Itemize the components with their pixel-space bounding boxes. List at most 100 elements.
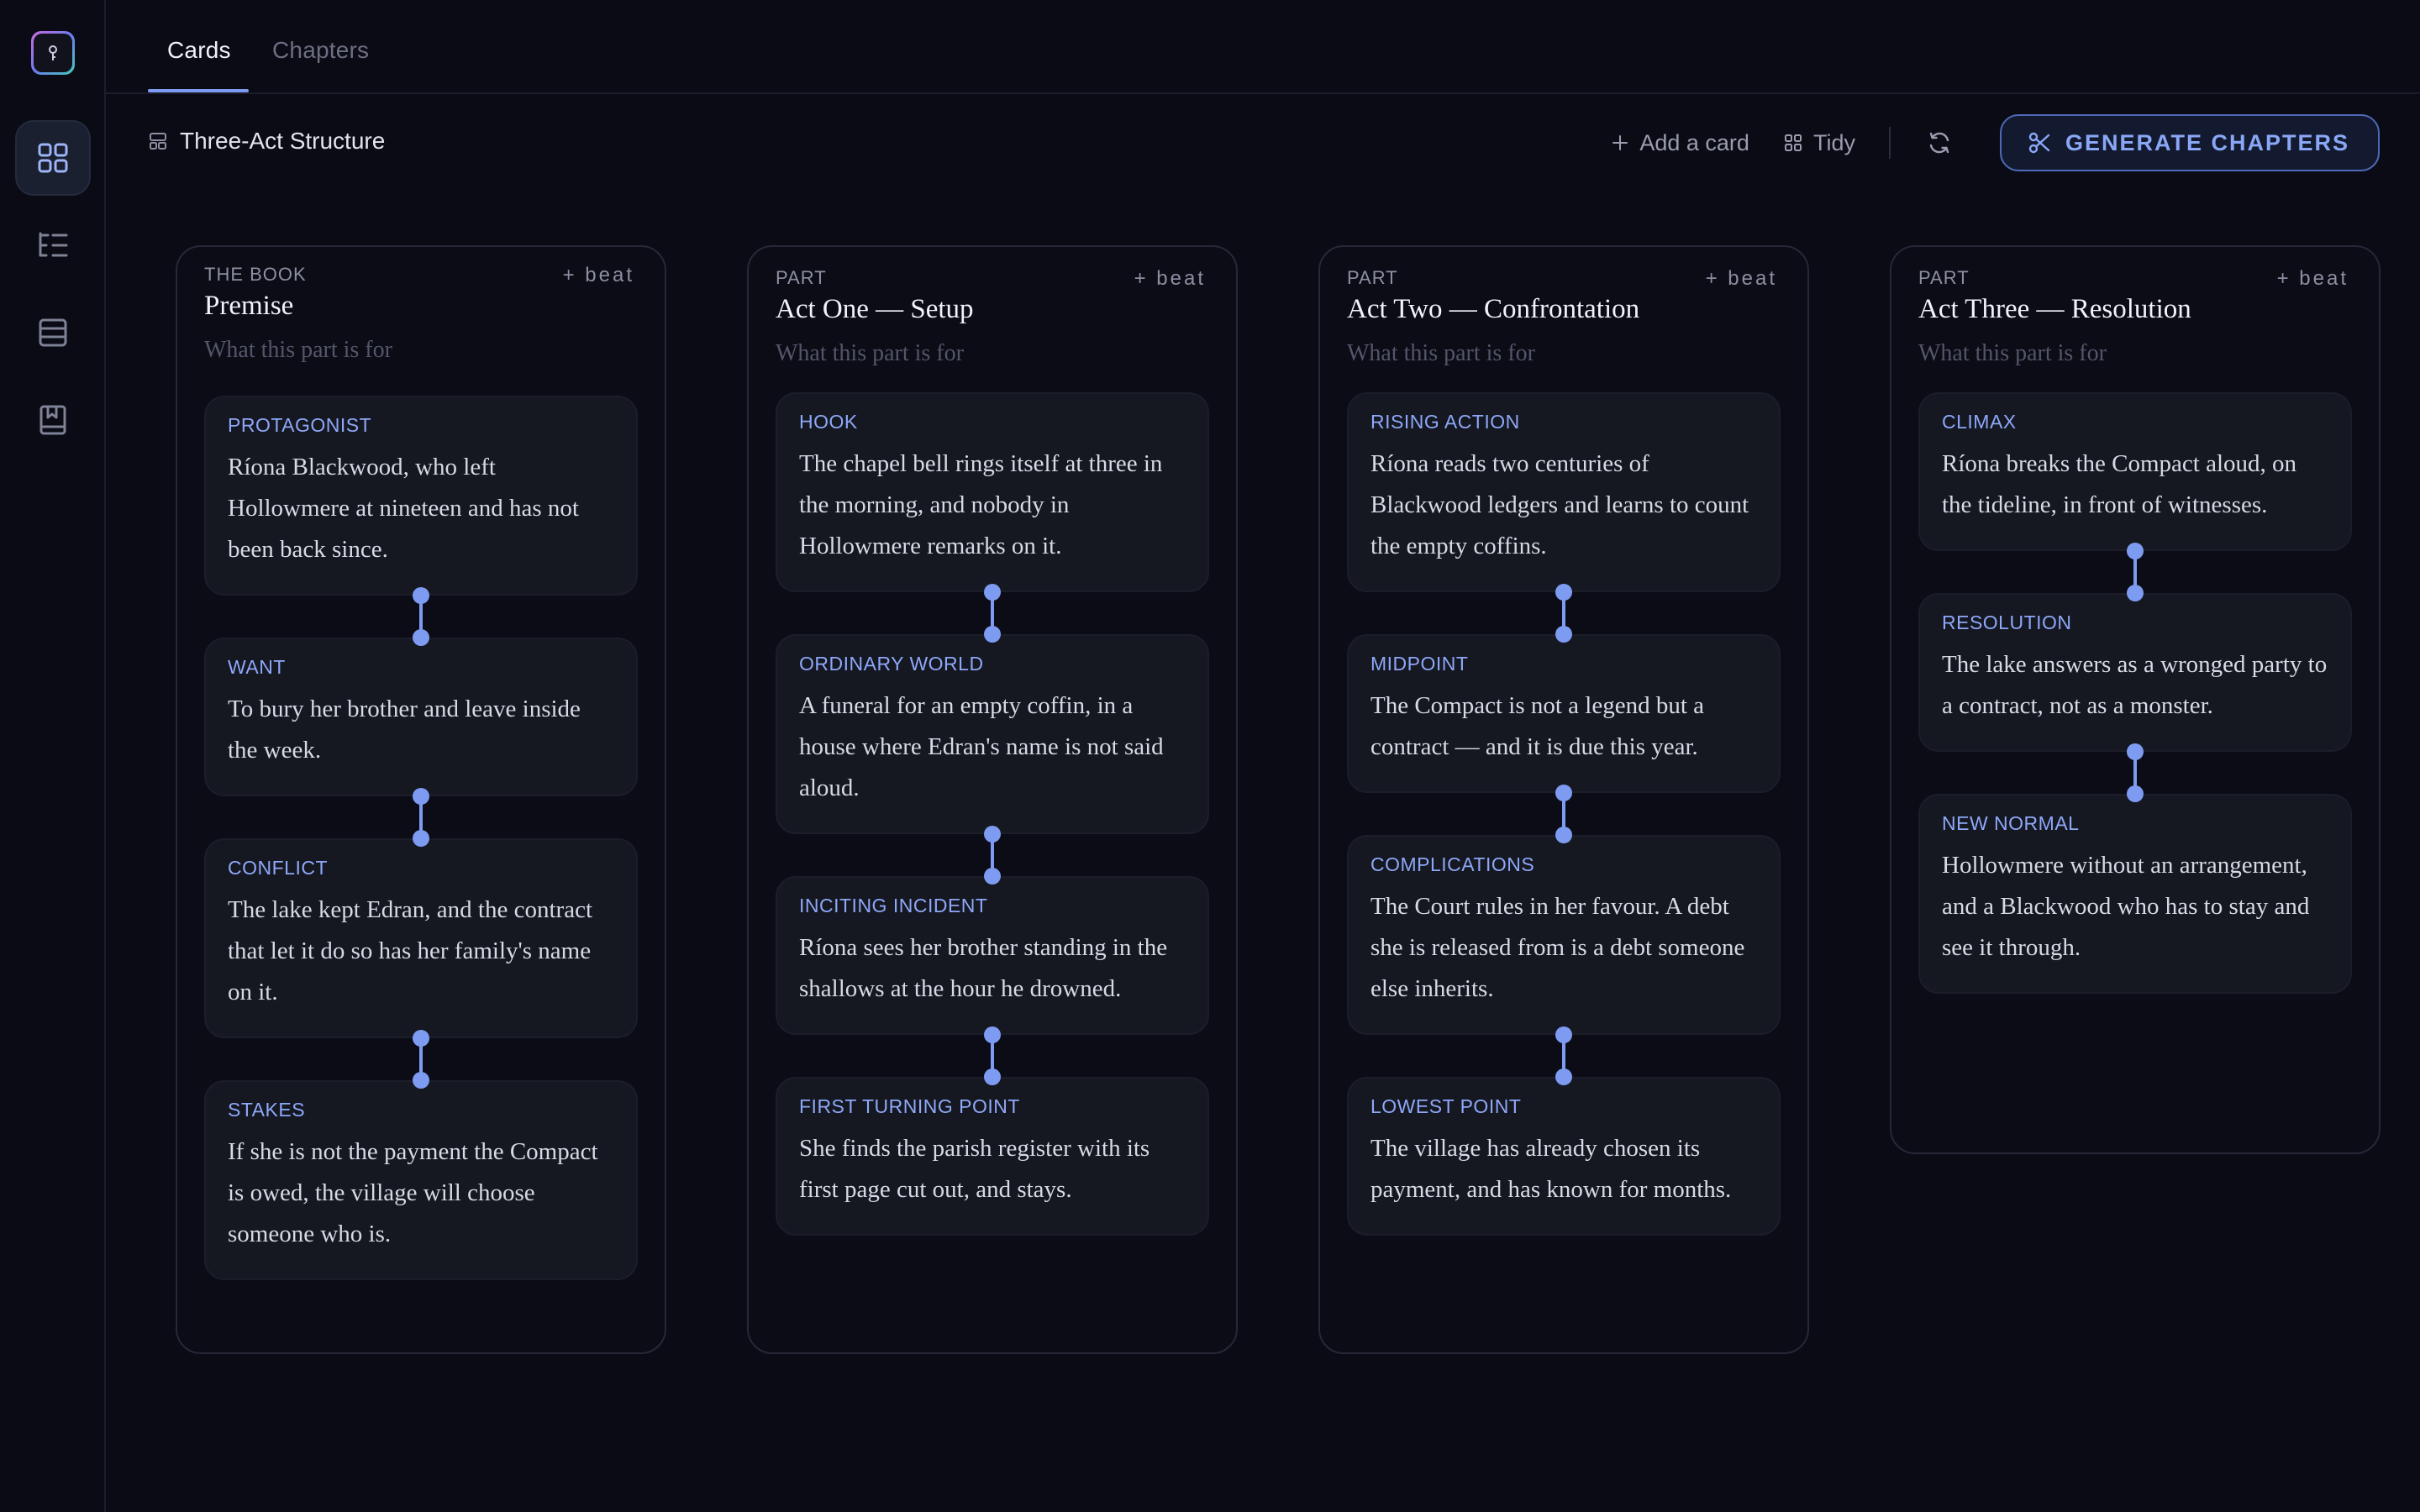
- refresh-button[interactable]: [1926, 129, 1953, 156]
- plus-icon: [1612, 135, 1628, 150]
- beat-text: Hollowmere without an arrangement, and a…: [1942, 852, 2310, 961]
- beat-label: MIDPOINT: [1370, 653, 1469, 675]
- beat-card[interactable]: RISING ACTION Ríona reads two centuries …: [1347, 392, 1781, 592]
- beat-text: The village has already chosen its payme…: [1370, 1135, 1732, 1203]
- beat-card[interactable]: CONFLICT The lake kept Edran, and the co…: [204, 838, 638, 1038]
- beat-card[interactable]: CLIMAX Ríona breaks the Compact aloud, o…: [1918, 392, 2352, 551]
- beat-text: Ríona sees her brother standing in the s…: [799, 934, 1168, 1002]
- beat-label: FIRST TURNING POINT: [799, 1095, 1020, 1117]
- beat-card[interactable]: HOOK The chapel bell rings itself at thr…: [776, 392, 1209, 592]
- structure-label: Three-Act Structure: [180, 128, 386, 154]
- structure-selector[interactable]: Three-Act Structure: [148, 128, 385, 155]
- toolbar-divider: [1888, 127, 1891, 159]
- beat-card[interactable]: STAKES If she is not the payment the Com…: [204, 1080, 638, 1280]
- column-purpose-input[interactable]: What this part is for: [204, 337, 638, 364]
- table-rows-icon: [39, 318, 67, 347]
- beat-text: The lake kept Edran, and the contract th…: [228, 896, 592, 1005]
- key-icon: [49, 45, 57, 60]
- beat-label: WANT: [228, 656, 286, 678]
- sidebar: [0, 0, 106, 1512]
- beat-card[interactable]: INCITING INCIDENT Ríona sees her brother…: [776, 876, 1209, 1035]
- beat-label: LOWEST POINT: [1370, 1095, 1522, 1117]
- grid-icon: [38, 143, 68, 173]
- beat-text: Ríona Blackwood, who left Hollowmere at …: [228, 454, 579, 563]
- refresh-icon: [1929, 132, 1949, 154]
- beat-card[interactable]: WANT To bury her brother and leave insid…: [204, 638, 638, 796]
- beat-label: COMPLICATIONS: [1370, 853, 1535, 875]
- beat-card[interactable]: FIRST TURNING POINT She finds the parish…: [776, 1077, 1209, 1236]
- add-beat-button[interactable]: + beat: [1706, 267, 1777, 291]
- beat-label: RESOLUTION: [1942, 612, 2072, 633]
- beat-label: CONFLICT: [228, 857, 328, 879]
- beat-card[interactable]: ORDINARY WORLD A funeral for an empty co…: [776, 634, 1209, 834]
- beat-card[interactable]: COMPLICATIONS The Court rules in her fav…: [1347, 835, 1781, 1035]
- beat-text: The chapel bell rings itself at three in…: [799, 450, 1163, 559]
- add-card-label: Add a card: [1639, 129, 1749, 155]
- beat-text: The Compact is not a legend but a contra…: [1370, 692, 1705, 760]
- sidebar-item-book[interactable]: [15, 382, 91, 458]
- generate-chapters-button[interactable]: GENERATE CHAPTERS: [1999, 114, 2380, 171]
- column-act-one: PART + beat Act One — Setup What this pa…: [747, 245, 1238, 1354]
- column-premise: THE BOOK + beat Premise What this part i…: [176, 245, 666, 1354]
- active-tab-indicator: [148, 89, 249, 92]
- column-purpose-input[interactable]: What this part is for: [1918, 340, 2352, 367]
- tab-cards[interactable]: Cards: [167, 37, 231, 64]
- beat-label: HOOK: [799, 411, 858, 433]
- grid-small-icon: [1784, 134, 1802, 151]
- generate-chapters-label: GENERATE CHAPTERS: [2065, 129, 2349, 155]
- beat-text: A funeral for an empty coffin, in a hous…: [799, 692, 1164, 801]
- beat-text: Ríona reads two centuries of Blackwood l…: [1370, 450, 1749, 559]
- beat-text: If she is not the payment the Compact is…: [228, 1138, 598, 1247]
- outline-list-icon: [39, 232, 68, 257]
- beat-connector: [1347, 785, 1781, 843]
- beat-card[interactable]: RESOLUTION The lake answers as a wronged…: [1918, 593, 2352, 752]
- column-purpose-input[interactable]: What this part is for: [776, 340, 1209, 367]
- app-root: Cards Chapters Three-Act Structure Add a…: [0, 0, 2420, 1512]
- bookmark-book-icon: [39, 405, 66, 435]
- add-card-button[interactable]: Add a card: [1611, 130, 1749, 156]
- beat-connector: [204, 1030, 638, 1089]
- column-act-three: PART + beat Act Three — Resolution What …: [1890, 245, 2381, 1154]
- beat-connector: [1347, 584, 1781, 643]
- column-title[interactable]: Premise: [204, 291, 638, 322]
- column-title[interactable]: Act Two — Confrontation: [1347, 294, 1781, 325]
- column-act-two: PART + beat Act Two — Confrontation What…: [1318, 245, 1809, 1354]
- beat-label: NEW NORMAL: [1942, 812, 2080, 834]
- sidebar-item-table[interactable]: [15, 295, 91, 370]
- scissors-icon: [2028, 132, 2050, 154]
- add-beat-button[interactable]: + beat: [563, 264, 634, 287]
- beat-connector: [204, 788, 638, 847]
- beat-label: PROTAGONIST: [228, 414, 372, 436]
- beat-label: CLIMAX: [1942, 411, 2017, 433]
- add-beat-button[interactable]: + beat: [1134, 267, 1206, 291]
- beat-label: ORDINARY WORLD: [799, 653, 984, 675]
- beat-connector: [776, 826, 1209, 885]
- beat-text: The Court rules in her favour. A debt sh…: [1370, 893, 1745, 1002]
- beat-label: INCITING INCIDENT: [799, 895, 988, 916]
- layout-template-icon: [150, 133, 166, 150]
- column-title[interactable]: Act One — Setup: [776, 294, 1209, 325]
- app-logo[interactable]: [31, 31, 75, 75]
- beat-text: Ríona breaks the Compact aloud, on the t…: [1942, 450, 2297, 518]
- beat-card[interactable]: PROTAGONIST Ríona Blackwood, who left Ho…: [204, 396, 638, 596]
- beat-connector: [776, 584, 1209, 643]
- sidebar-item-outline[interactable]: [15, 207, 91, 283]
- tidy-button[interactable]: Tidy: [1783, 130, 1855, 156]
- beat-connector: [1918, 543, 2352, 601]
- beat-connector: [1347, 1026, 1781, 1085]
- beat-label: STAKES: [228, 1099, 306, 1121]
- add-beat-button[interactable]: + beat: [2277, 267, 2349, 291]
- beat-card[interactable]: NEW NORMAL Hollowmere without an arrange…: [1918, 794, 2352, 994]
- tidy-label: Tidy: [1812, 129, 1855, 155]
- beat-text: The lake answers as a wronged party to a…: [1942, 651, 2328, 719]
- beat-connector: [204, 587, 638, 646]
- beat-text: She finds the parish register with its f…: [799, 1135, 1150, 1203]
- sidebar-item-cards[interactable]: [15, 120, 91, 196]
- column-title[interactable]: Act Three — Resolution: [1918, 294, 2352, 325]
- toolbar: Add a card Tidy GENERATE CHAPTERS: [1611, 114, 2380, 171]
- beat-card[interactable]: LOWEST POINT The village has already cho…: [1347, 1077, 1781, 1236]
- beat-connector: [1918, 743, 2352, 802]
- column-purpose-input[interactable]: What this part is for: [1347, 340, 1781, 367]
- tab-chapters[interactable]: Chapters: [272, 37, 369, 64]
- beat-card[interactable]: MIDPOINT The Compact is not a legend but…: [1347, 634, 1781, 793]
